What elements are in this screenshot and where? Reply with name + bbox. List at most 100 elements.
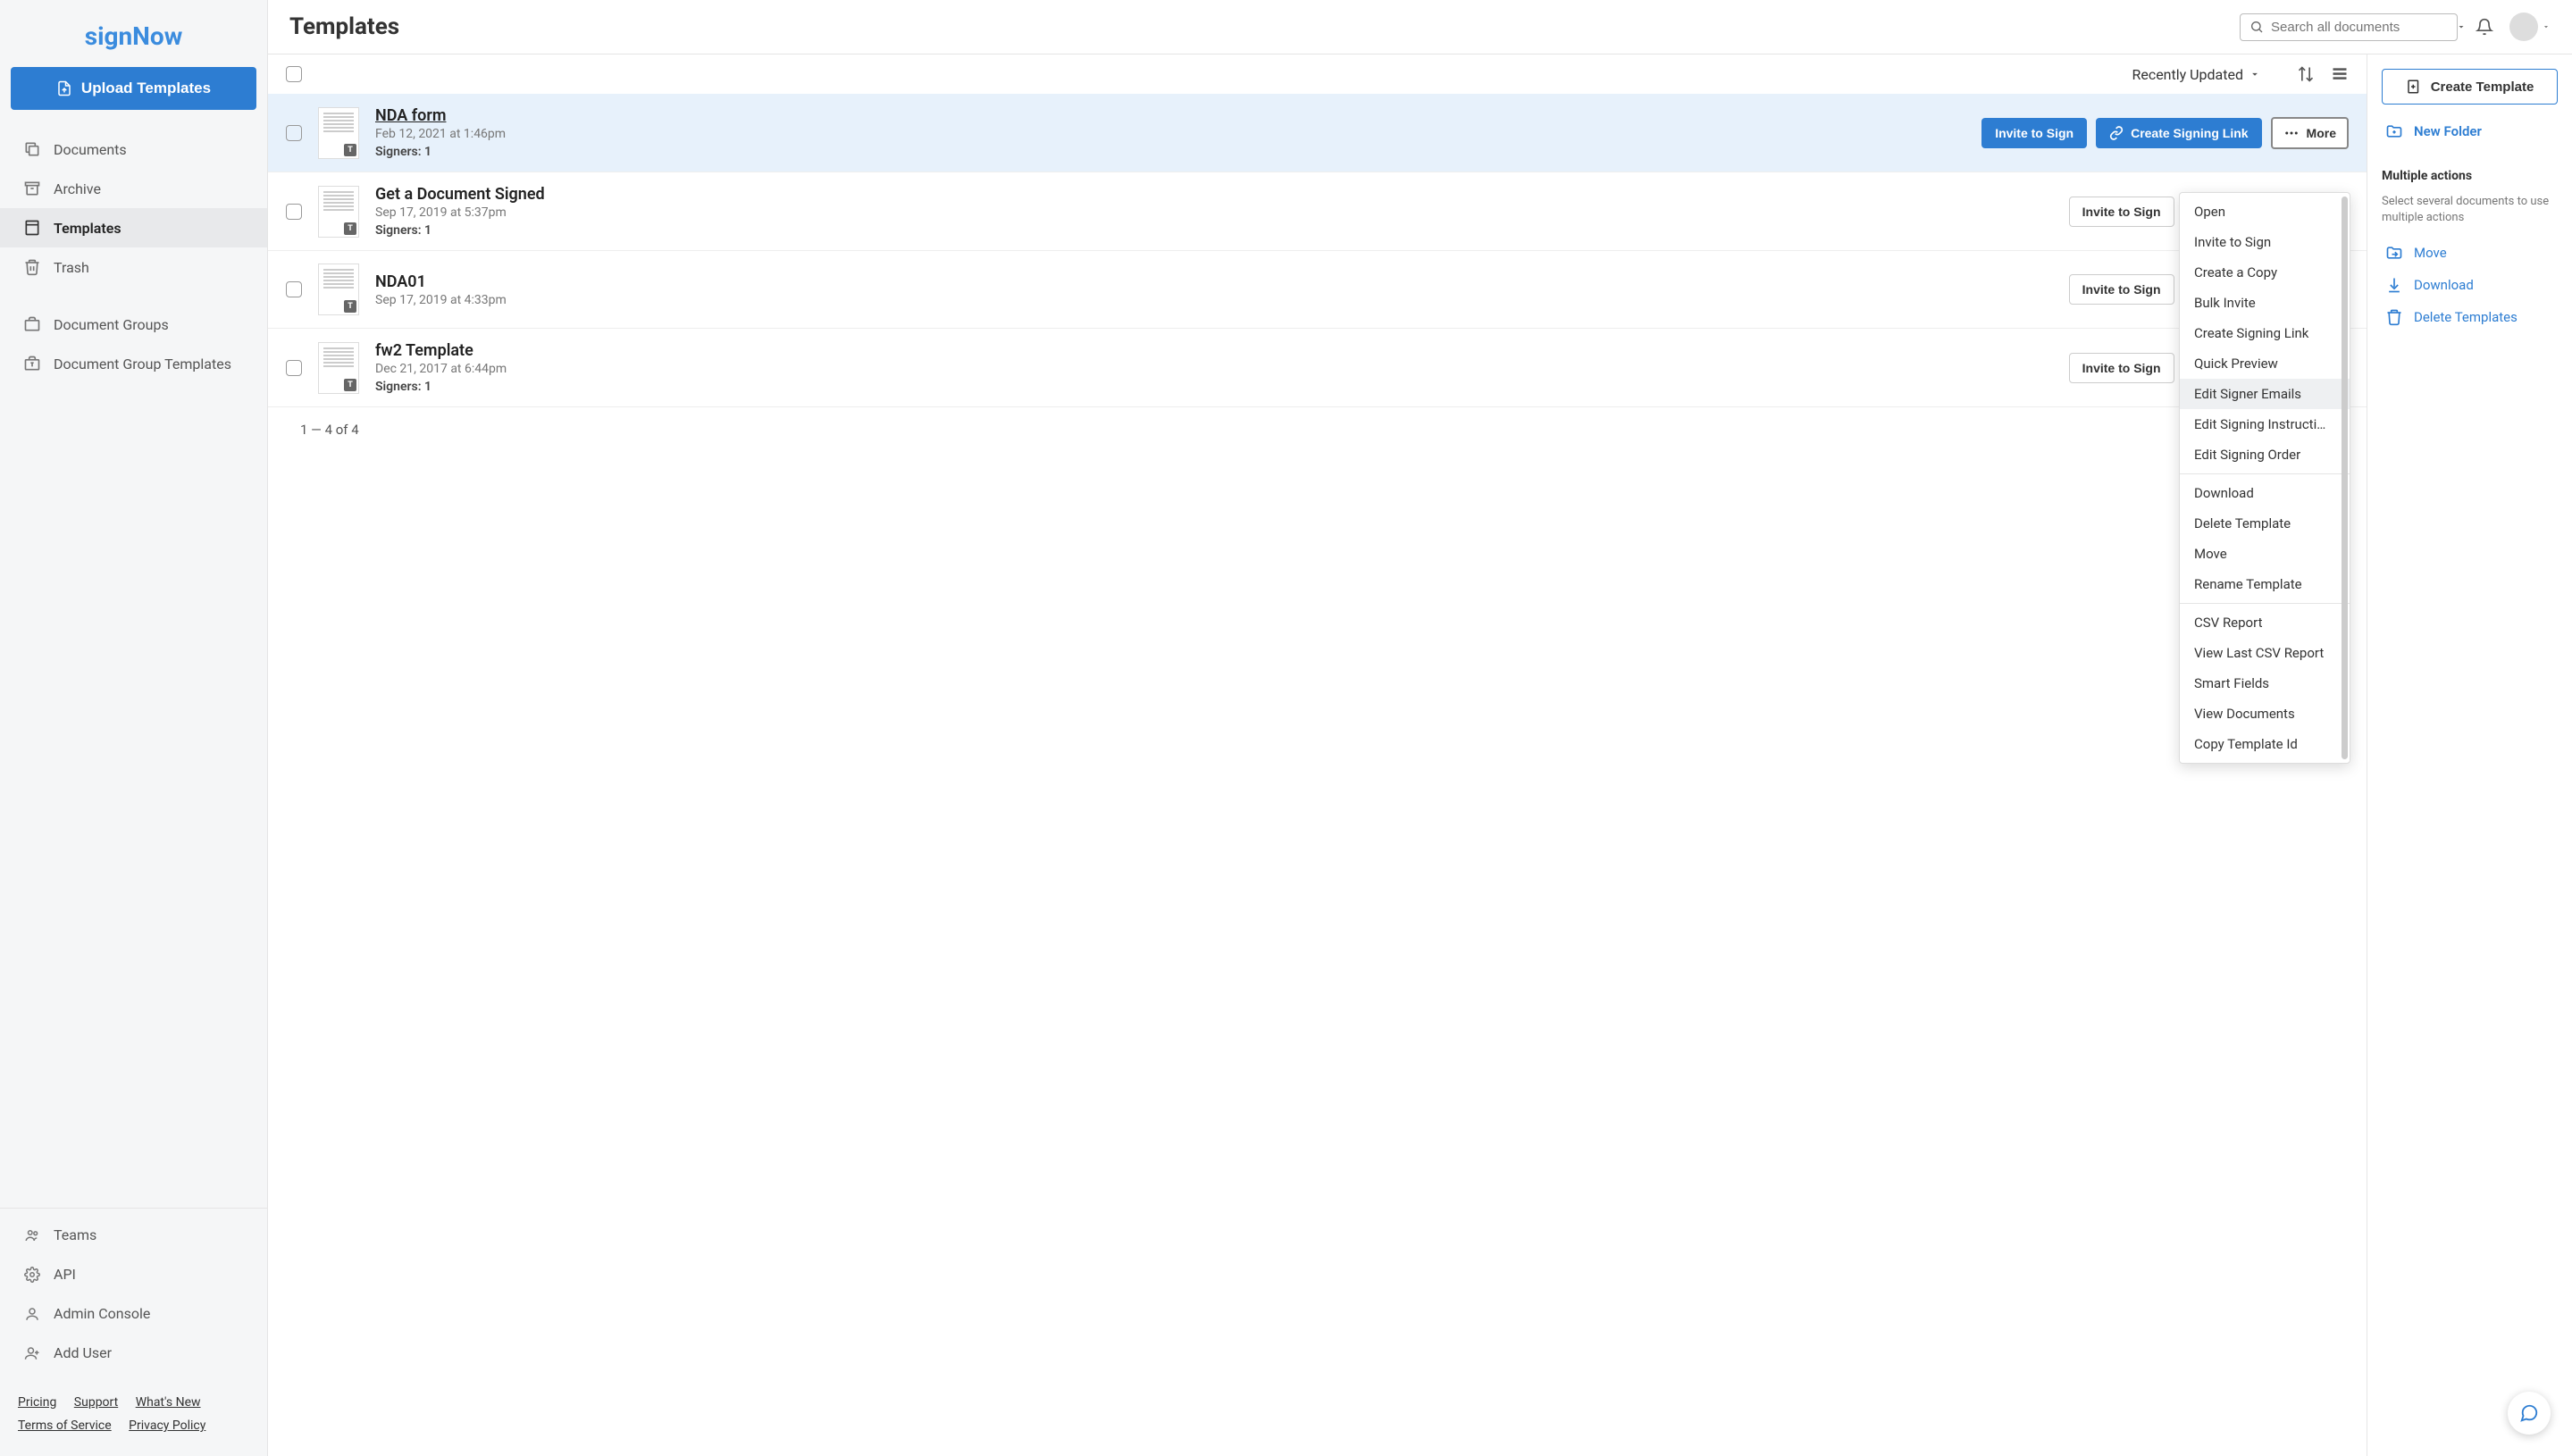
nav-item-add-user[interactable]: Add User — [0, 1334, 267, 1373]
search-icon — [2249, 20, 2264, 34]
menu-item-invite-to-sign[interactable]: Invite to Sign — [2180, 227, 2350, 257]
menu-item-rename-template[interactable]: Rename Template — [2180, 569, 2350, 599]
teams-icon — [23, 1226, 41, 1244]
menu-item-copy-template-id[interactable]: Copy Template Id — [2180, 729, 2350, 759]
nav-item-documents[interactable]: Documents — [0, 130, 267, 169]
invite-to-sign-button[interactable]: Invite to Sign — [1981, 118, 2087, 148]
rp-action-move[interactable]: Move — [2382, 237, 2558, 269]
document-thumbnail: T — [318, 342, 359, 394]
invite-to-sign-button[interactable]: Invite to Sign — [2069, 274, 2174, 305]
bell-icon[interactable] — [2476, 18, 2493, 36]
user-menu[interactable] — [2509, 13, 2551, 41]
nav-item-teams[interactable]: Teams — [0, 1216, 267, 1255]
nav-item-trash[interactable]: Trash — [0, 247, 267, 287]
menu-item-open[interactable]: Open — [2180, 197, 2350, 227]
upload-templates-button[interactable]: Upload Templates — [11, 67, 256, 110]
create-signing-link-button[interactable]: Create Signing Link — [2096, 118, 2261, 148]
template-row[interactable]: TNDA formFeb 12, 2021 at 1:46pmSigners: … — [268, 94, 2367, 172]
menu-item-edit-signing-order[interactable]: Edit Signing Order — [2180, 439, 2350, 470]
invite-to-sign-button[interactable]: Invite to Sign — [2069, 197, 2174, 227]
select-all-checkbox[interactable] — [286, 66, 302, 82]
list-area: Recently Updated T NDA form Feb 12, 2021 a… — [268, 54, 2367, 1456]
footer-link-privacy-policy[interactable]: Privacy Policy — [129, 1418, 205, 1433]
menu-item-bulk-invite[interactable]: Bulk Invite — [2180, 288, 2350, 318]
dots-icon — [2283, 125, 2300, 141]
row-title[interactable]: NDA01 — [375, 272, 2053, 291]
nav-label: Trash — [54, 259, 89, 276]
more-button[interactable]: More — [2271, 117, 2349, 149]
chevron-down-icon[interactable] — [2456, 21, 2467, 32]
rp-action-delete-templates[interactable]: Delete Templates — [2382, 301, 2558, 333]
nav-label: Teams — [54, 1226, 96, 1243]
row-checkbox[interactable] — [286, 125, 302, 141]
row-date: Feb 12, 2021 at 1:46pm — [375, 127, 1965, 141]
template-row[interactable]: TNDA01Sep 17, 2019 at 4:33pmInvite to Si… — [268, 251, 2367, 329]
row-checkbox[interactable] — [286, 204, 302, 220]
menu-item-quick-preview[interactable]: Quick Preview — [2180, 348, 2350, 379]
menu-item-edit-signer-emails[interactable]: Edit Signer Emails — [2180, 379, 2350, 409]
row-title[interactable]: Get a Document Signed — [375, 185, 2053, 204]
footer-link-what-s-new[interactable]: What's New — [136, 1395, 201, 1410]
menu-item-edit-signing-instructi-[interactable]: Edit Signing Instructi… — [2180, 409, 2350, 439]
main: Templates Recently Updated — [268, 0, 2572, 1456]
view-list-icon[interactable] — [2331, 65, 2349, 83]
briefcase-icon — [23, 315, 41, 333]
list-header: Recently Updated — [268, 54, 2367, 94]
template-row[interactable]: Tfw2 TemplateDec 21, 2017 at 6:44pmSigne… — [268, 329, 2367, 407]
create-template-button[interactable]: Create Template — [2382, 69, 2558, 105]
menu-item-csv-report[interactable]: CSV Report — [2180, 607, 2350, 638]
menu-item-create-a-copy[interactable]: Create a Copy — [2180, 257, 2350, 288]
nav-label: API — [54, 1266, 76, 1283]
template-row[interactable]: TGet a Document SignedSep 17, 2019 at 5:… — [268, 172, 2367, 251]
page-title: Templates — [289, 13, 2240, 40]
nav-item-api[interactable]: API — [0, 1255, 267, 1294]
gear-icon — [23, 1266, 41, 1284]
nav-item-admin-console[interactable]: Admin Console — [0, 1294, 267, 1334]
download-icon — [2385, 276, 2403, 294]
row-checkbox[interactable] — [286, 281, 302, 297]
search-input[interactable] — [2271, 20, 2449, 35]
chat-fab[interactable] — [2508, 1392, 2551, 1435]
row-info: NDA form Feb 12, 2021 at 1:46pm Signers: 1 — [375, 106, 1965, 159]
menu-item-create-signing-link[interactable]: Create Signing Link — [2180, 318, 2350, 348]
row-title[interactable]: fw2 Template — [375, 341, 2053, 360]
row-info: NDA01Sep 17, 2019 at 4:33pm — [375, 272, 2053, 307]
scrollbar[interactable] — [2342, 197, 2348, 759]
menu-item-view-last-csv-report[interactable]: View Last CSV Report — [2180, 638, 2350, 668]
content: Recently Updated T NDA form Feb 12, 2021 a… — [268, 54, 2572, 1456]
folder-plus-icon — [2385, 122, 2403, 140]
search-box[interactable] — [2240, 13, 2458, 41]
nav-label: Documents — [54, 141, 127, 158]
row-date: Sep 17, 2019 at 5:37pm — [375, 205, 2053, 220]
nav-label: Admin Console — [54, 1305, 150, 1322]
footer-link-terms-of-service[interactable]: Terms of Service — [18, 1418, 112, 1433]
nav-item-templates[interactable]: Templates — [0, 208, 267, 247]
brand-text: signNow — [85, 21, 183, 51]
pagination-text: 1 — 4 of 4 — [268, 407, 2367, 452]
link-icon — [2109, 126, 2124, 140]
footer-link-support[interactable]: Support — [74, 1395, 118, 1410]
nav-label: Archive — [54, 180, 101, 197]
row-signers: Signers: 1 — [375, 145, 1965, 159]
nav-item-document-groups[interactable]: Document Groups — [0, 305, 267, 344]
menu-item-smart-fields[interactable]: Smart Fields — [2180, 668, 2350, 699]
nav-secondary: Document GroupsDocument Group Templates — [0, 301, 267, 387]
menu-item-view-documents[interactable]: View Documents — [2180, 699, 2350, 729]
nav-item-archive[interactable]: Archive — [0, 169, 267, 208]
rp-action-label: Move — [2414, 245, 2447, 261]
sort-dropdown[interactable]: Recently Updated — [2132, 66, 2261, 83]
row-title[interactable]: NDA form — [375, 106, 1965, 125]
footer-link-pricing[interactable]: Pricing — [18, 1395, 56, 1410]
menu-separator — [2180, 603, 2350, 604]
upload-button-label: Upload Templates — [81, 79, 211, 97]
new-folder-link[interactable]: New Folder — [2382, 115, 2558, 147]
menu-item-move[interactable]: Move — [2180, 539, 2350, 569]
rp-action-download[interactable]: Download — [2382, 269, 2558, 301]
nav-label: Templates — [54, 220, 121, 237]
nav-item-document-group-templates[interactable]: Document Group Templates — [0, 344, 267, 383]
menu-item-download[interactable]: Download — [2180, 478, 2350, 508]
sort-order-icon[interactable] — [2297, 65, 2315, 83]
row-checkbox[interactable] — [286, 360, 302, 376]
invite-to-sign-button[interactable]: Invite to Sign — [2069, 353, 2174, 383]
menu-item-delete-template[interactable]: Delete Template — [2180, 508, 2350, 539]
